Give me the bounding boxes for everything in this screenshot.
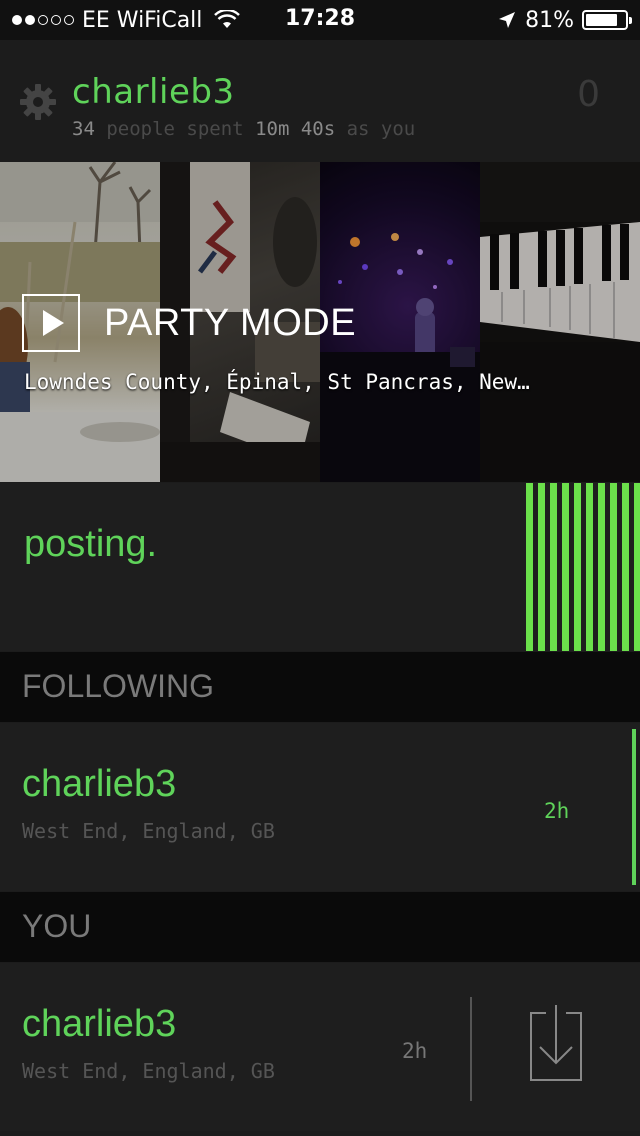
- stats-text-2: as you: [346, 118, 416, 140]
- following-list-item[interactable]: charlieb3 West End, England, GB 2h: [0, 723, 640, 891]
- posting-label: posting.: [24, 523, 158, 565]
- profile-stats: 34 people spent 10m 40s as you: [72, 118, 415, 140]
- battery-icon: [582, 10, 632, 30]
- status-bar: EE WiFiCall 17:28 81%: [0, 0, 640, 40]
- notification-counter[interactable]: 0: [577, 74, 600, 115]
- stats-count: 34: [72, 118, 95, 140]
- download-icon[interactable]: [530, 1005, 582, 1081]
- following-item-name: charlieb3: [22, 763, 177, 805]
- row-divider: [470, 997, 472, 1101]
- play-icon: [43, 310, 64, 336]
- you-item-age: 2h: [402, 1039, 428, 1063]
- you-section-header: YOU: [0, 892, 640, 962]
- you-heading: YOU: [22, 908, 92, 944]
- party-mode-places: Lowndes County, Épinal, St Pancras, New…: [24, 370, 530, 394]
- following-item-age: 2h: [544, 799, 570, 823]
- posting-status: posting.: [0, 483, 640, 651]
- status-right: 81%: [497, 6, 632, 34]
- following-section-header: FOLLOWING: [0, 652, 640, 722]
- battery-percent: 81%: [525, 7, 574, 33]
- you-list-item[interactable]: charlieb3 West End, England, GB 2h: [0, 963, 640, 1131]
- location-arrow-icon: [499, 12, 516, 28]
- gear-icon[interactable]: [18, 82, 58, 122]
- profile-username[interactable]: charlieb3: [72, 72, 235, 112]
- profile-header: charlieb3 34 people spent 10m 40s as you…: [0, 40, 640, 162]
- you-item-location: West End, England, GB: [22, 1059, 275, 1083]
- new-post-indicator: [632, 729, 636, 885]
- play-button[interactable]: [22, 294, 80, 352]
- you-item-name: charlieb3: [22, 1003, 177, 1045]
- party-mode-title: PARTY MODE: [104, 302, 357, 344]
- posting-progress-stripes: [526, 483, 640, 651]
- stats-text-1: people spent: [106, 118, 244, 140]
- party-mode-banner[interactable]: PARTY MODE Lowndes County, Épinal, St Pa…: [0, 162, 640, 482]
- following-heading: FOLLOWING: [22, 668, 215, 704]
- following-item-location: West End, England, GB: [22, 819, 275, 843]
- stats-duration: 10m 40s: [255, 118, 336, 140]
